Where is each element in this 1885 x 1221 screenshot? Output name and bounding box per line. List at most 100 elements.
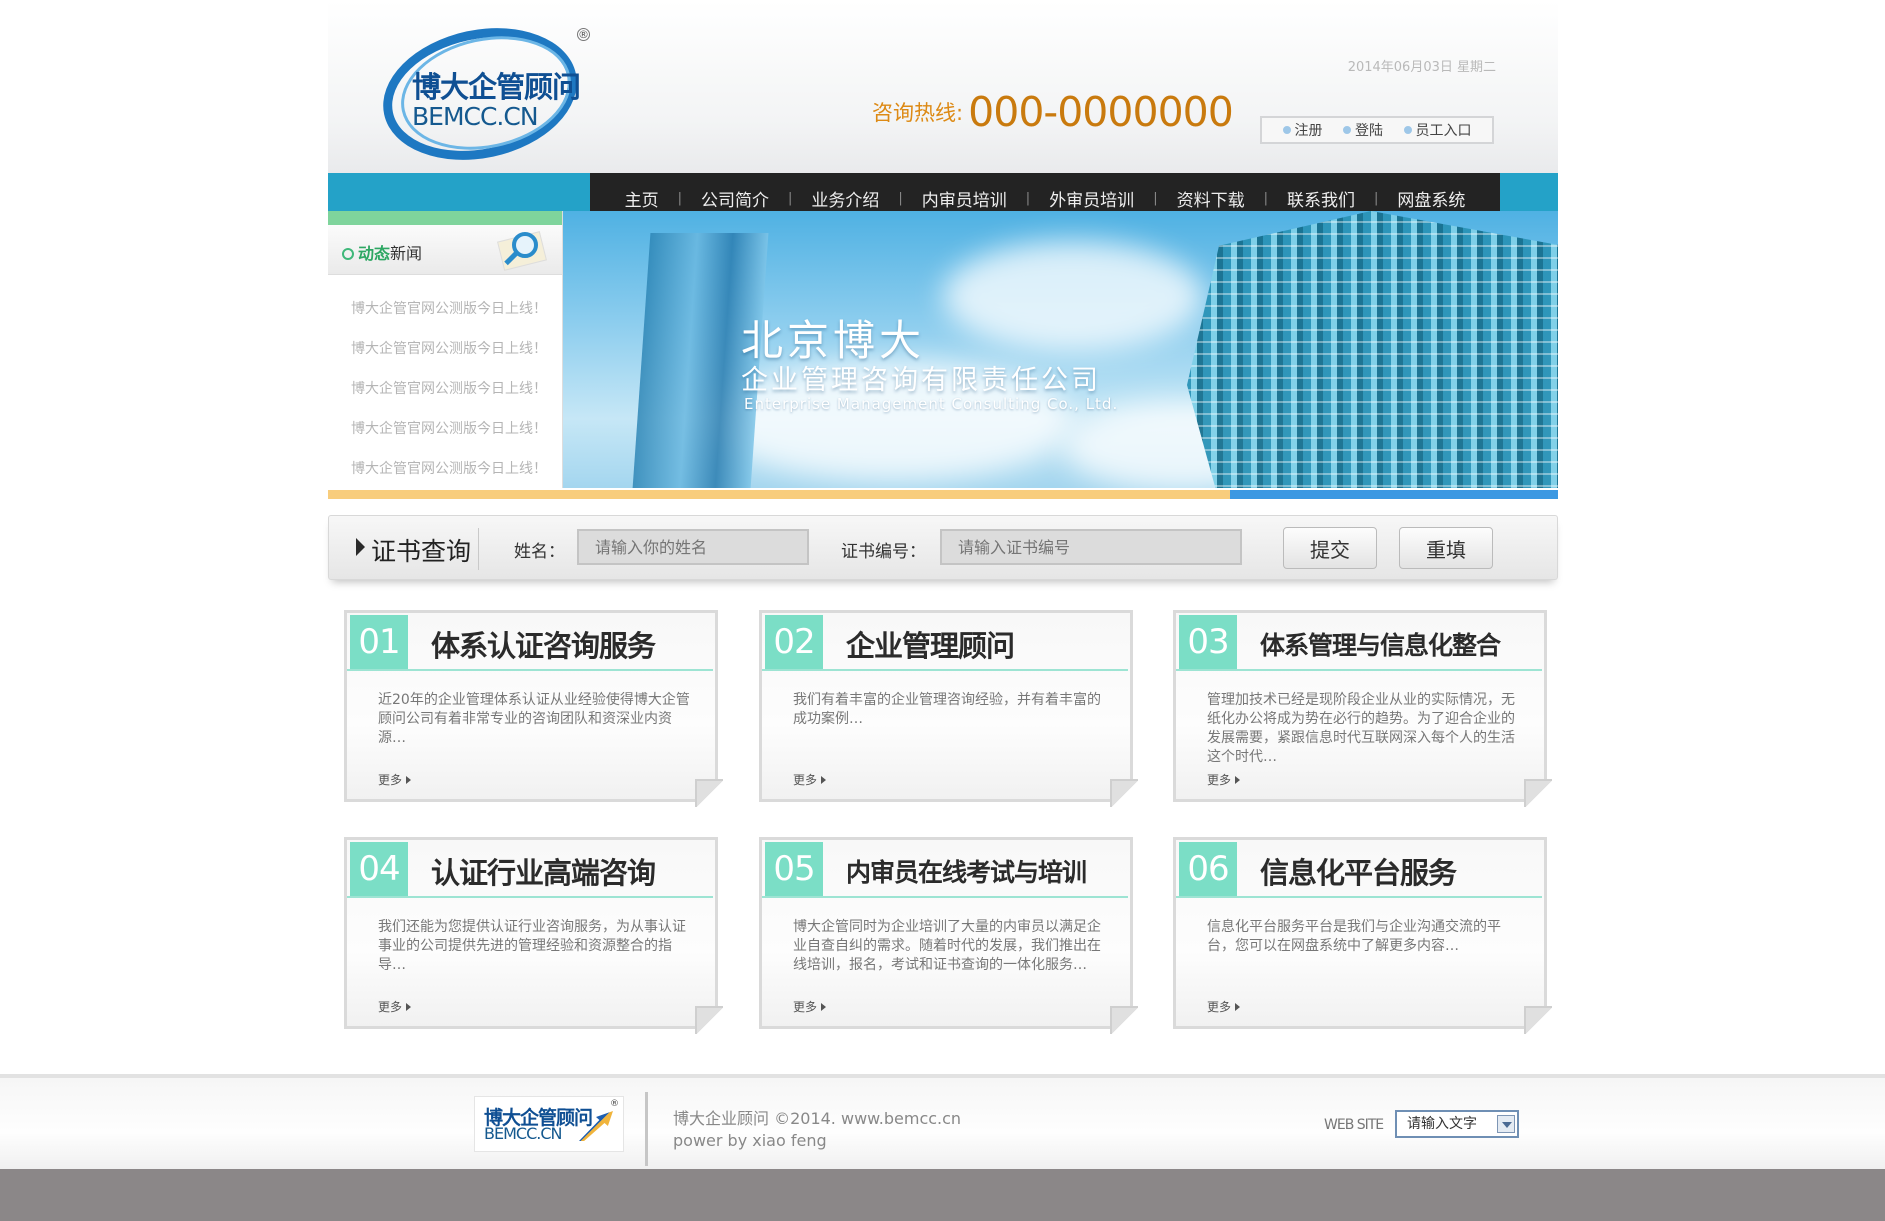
submit-button[interactable]: 提交 [1283,527,1377,569]
register-link[interactable]: 注册 [1282,120,1323,140]
service-card: 06 信息化平台服务 信息化平台服务平台是我们与企业沟通交流的平台，您可以在网盘… [1173,837,1552,1034]
footer-logo[interactable]: 博大企管顾问 BEMCC.CN ® [474,1096,624,1152]
registered-mark: ® [577,28,590,41]
more-link[interactable]: 更多 [793,771,827,788]
user-links: 注册 登陆 员工入口 [1260,116,1494,144]
copyright-text: 博大企业顾问 ©2014. www.bemcc.cn [673,1109,962,1128]
card-number: 04 [350,842,408,896]
register-label: 注册 [1294,123,1323,139]
more-label: 更多 [793,1000,818,1014]
cert-id-label: 证书编号： [841,542,926,562]
bullet-icon [1282,126,1291,134]
name-input[interactable] [577,529,809,565]
news-item[interactable]: 博大企管官网公测版今日上线！ [351,369,552,409]
page-curl [1524,1006,1552,1034]
website-select[interactable]: 请输入文字 [1395,1110,1519,1138]
card-title[interactable]: 体系管理与信息化整合 [1260,626,1501,662]
card-title[interactable]: 内审员在线考试与培训 [846,853,1087,889]
power-by-text: power by xiao feng [673,1131,827,1150]
hero-banner: 北京博大 企业管理咨询有限责任公司 Enterprise Management … [563,211,1558,488]
login-link[interactable]: 登陆 [1343,120,1383,140]
card-header: 05 内审员在线考试与培训 [762,840,1128,898]
nav-about[interactable]: 公司简介 [682,186,788,211]
card-number: 06 [1179,842,1237,896]
registered-mark: ® [610,1099,619,1109]
sidebar-accent [328,211,562,225]
more-link[interactable]: 更多 [793,998,827,1015]
page-curl [695,779,723,807]
current-date: 2014年06月03日 星期二 [1347,60,1496,75]
more-label: 更多 [1207,1000,1232,1014]
page-curl [1524,779,1552,807]
news-item[interactable]: 博大企管官网公测版今日上线！ [351,289,552,329]
banner-subtitle: 企业管理咨询有限责任公司 [741,365,1101,396]
circle-icon [342,248,354,260]
staff-entry-link[interactable]: 员工入口 [1403,120,1472,140]
page-curl [695,1006,723,1034]
arrow-right-icon [1235,1003,1241,1011]
login-label: 登陆 [1355,123,1383,139]
arrow-right-icon [1235,776,1241,784]
news-item[interactable]: 博大企管官网公测版今日上线！ [351,449,552,489]
color-stripe [328,490,1558,499]
nav-business[interactable]: 业务介绍 [792,186,898,211]
bullet-icon [1343,126,1351,134]
card-header: 06 信息化平台服务 [1176,840,1542,898]
footer-logo-en: BEMCC.CN [484,1124,562,1143]
triangle-icon [356,538,365,556]
service-card: 04 认证行业高端咨询 我们还能为您提供认证行业咨询服务，为从事认证事业的公司提… [344,837,723,1034]
card-text: 信息化平台服务平台是我们与企业沟通交流的平台，您可以在网盘系统中了解更多内容… [1207,919,1501,954]
card-title[interactable]: 认证行业高端咨询 [431,850,656,892]
more-link[interactable]: 更多 [1207,998,1241,1015]
service-card: 03 体系管理与信息化整合 管理加技术已经是现阶段企业从业的实际情况，无纸化办公… [1173,610,1552,807]
divider [478,528,479,570]
footer-separator [645,1092,648,1166]
nav-contact[interactable]: 联系我们 [1268,186,1374,211]
logo-text-en: BEMCC.CN [412,102,539,131]
name-label: 姓名： [514,542,565,562]
news-item[interactable]: 博大企管官网公测版今日上线！ [351,409,552,449]
cert-id-input[interactable] [940,529,1242,565]
chevron-down-icon[interactable] [1497,1115,1515,1133]
news-item[interactable]: 博大企管官网公测版今日上线！ [351,329,552,369]
nav-external-auditor[interactable]: 外审员培训 [1030,186,1153,211]
card-title[interactable]: 企业管理顾问 [846,623,1015,665]
building-right-floors [1187,211,1558,488]
nav-netdisk[interactable]: 网盘系统 [1378,186,1484,211]
magnifier-icon [494,228,548,272]
card-header: 03 体系管理与信息化整合 [1176,613,1542,671]
certificate-search-bar: 证书查询 姓名： 证书编号： 提交 重填 [328,515,1558,580]
website-select-value: 请输入文字 [1407,1116,1477,1132]
card-text: 我们有着丰富的企业管理咨询经验，并有着丰富的成功案例… [793,692,1101,727]
nav-home[interactable]: 主页 [606,186,678,211]
company-logo[interactable]: 博大企管顾问 BEMCC.CN ® [370,11,590,177]
logo-text-cn: 博大企管顾问 [412,70,581,104]
nav-internal-auditor[interactable]: 内审员培训 [903,186,1026,211]
arrow-right-icon [821,776,827,784]
sidebar-header: 动态新闻 [328,225,562,275]
hotline: 咨询热线: 000-0000000 [872,88,1234,136]
reset-button[interactable]: 重填 [1399,527,1493,569]
card-title[interactable]: 信息化平台服务 [1260,850,1457,892]
service-card: 02 企业管理顾问 我们有着丰富的企业管理咨询经验，并有着丰富的成功案例… 更多 [759,610,1138,807]
more-label: 更多 [378,773,403,787]
footer: 博大企管顾问 BEMCC.CN ® 博大企业顾问 ©2014. www.bemc… [0,1078,1885,1169]
more-link[interactable]: 更多 [378,998,412,1015]
more-label: 更多 [793,773,818,787]
hotline-label: 咨询热线: [872,101,964,125]
website-label: WEB SITE [1324,1117,1384,1133]
news-sidebar: 动态新闻 博大企管官网公测版今日上线！ 博大企管官网公测版今日上线！ 博大企管官… [328,211,563,488]
sidebar-title-highlight: 动态 [358,244,391,263]
more-link[interactable]: 更多 [1207,771,1241,788]
more-label: 更多 [378,1000,403,1014]
nav-downloads[interactable]: 资料下载 [1158,186,1264,211]
more-link[interactable]: 更多 [378,771,412,788]
cert-title: 证书查询 [371,537,472,566]
card-title[interactable]: 体系认证咨询服务 [431,623,656,665]
card-header: 04 认证行业高端咨询 [347,840,713,898]
card-header: 02 企业管理顾问 [762,613,1128,671]
arrow-right-icon [406,1003,412,1011]
header: 博大企管顾问 BEMCC.CN ® 2014年06月03日 星期二 咨询热线: … [328,0,1558,177]
card-header: 01 体系认证咨询服务 [347,613,713,671]
cloud-shape [943,241,1203,351]
